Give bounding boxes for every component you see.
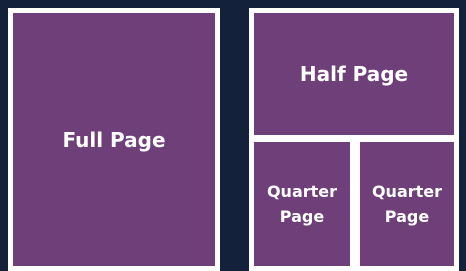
quarter-page-right-label-line-1: Quarter [371,181,443,201]
half-page-panel: Half Page [249,8,459,140]
quarter-page-right-panel: Quarter Page [355,137,459,271]
quarter-page-left-panel: Quarter Page [249,137,355,271]
quarter-page-right-label-line-2: Page [384,207,430,226]
half-page-label: Half Page [299,62,409,86]
quarter-page-left-label-line-1: Quarter [266,181,338,201]
quarter-page-left-label: Quarter Page [267,182,337,226]
quarter-page-right-label: Quarter Page [372,182,442,226]
quarter-page-left-label-line-2: Page [279,207,325,226]
full-page-label: Full Page [62,127,166,152]
full-page-panel: Full Page [8,8,220,271]
